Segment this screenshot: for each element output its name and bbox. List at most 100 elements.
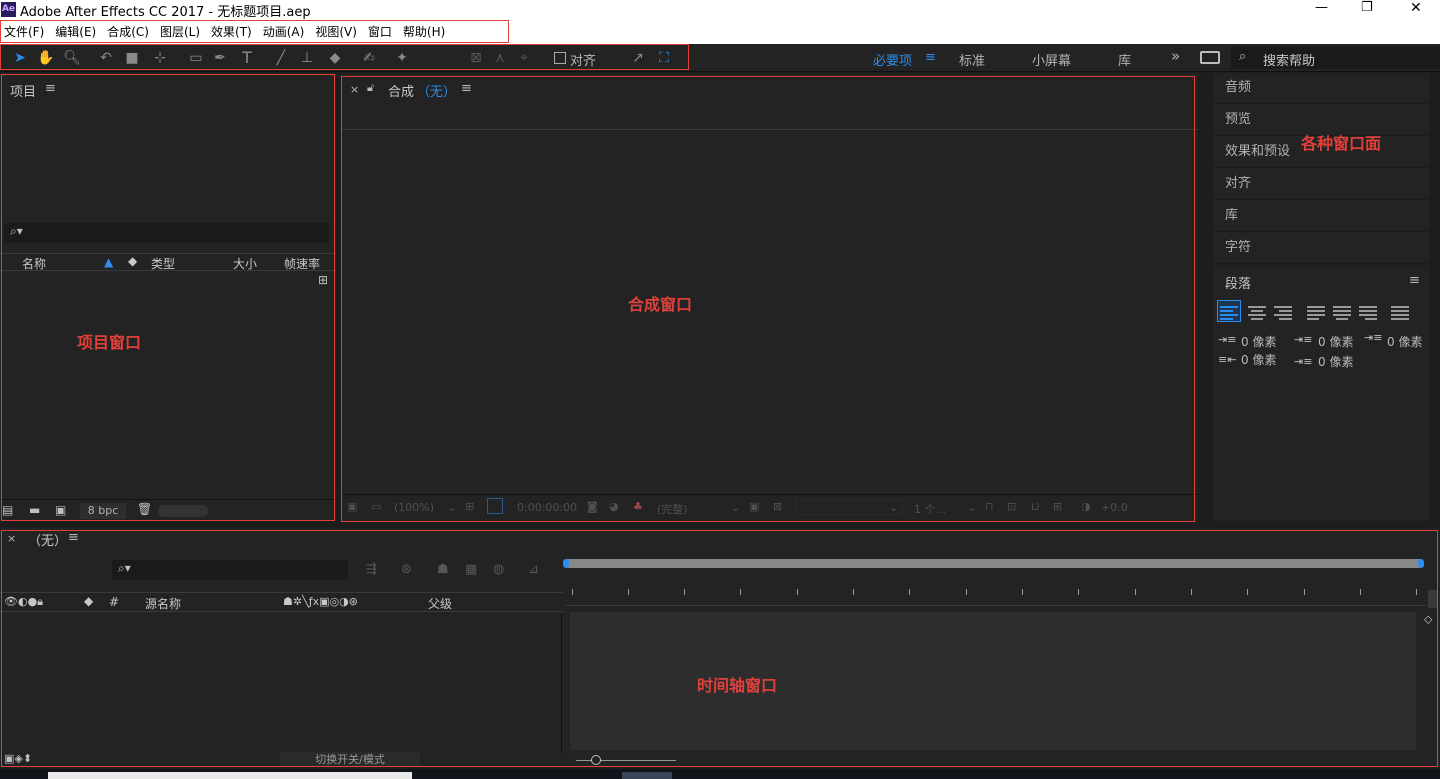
- work-area-end-handle[interactable]: [1418, 559, 1424, 568]
- fast-previews-icon[interactable]: ⊡: [1007, 500, 1016, 513]
- layer-switches-toggle-icon[interactable]: ▣◈⬍: [4, 752, 32, 765]
- menu-edit[interactable]: 编辑(E): [51, 20, 103, 44]
- search-help-field[interactable]: ⌕ 搜索帮助: [1231, 47, 1440, 69]
- paragraph-menu-icon[interactable]: ≡: [1409, 273, 1420, 288]
- space-after-value[interactable]: 0 像素: [1318, 353, 1353, 370]
- exposure-value[interactable]: +0.0: [1101, 501, 1128, 514]
- taskbar-window-preview[interactable]: [48, 772, 412, 779]
- snap-edges-icon[interactable]: ↗: [628, 48, 648, 68]
- sort-ascending-icon[interactable]: ▲: [104, 255, 113, 269]
- motion-blur-icon[interactable]: ◍: [493, 562, 504, 577]
- col-framerate[interactable]: 帧速率: [284, 255, 320, 272]
- flowchart-toggle-icon[interactable]: ⊞: [1053, 500, 1062, 513]
- switches-icons[interactable]: ☗✲╲ƒx▣◎◑⊛: [283, 595, 358, 608]
- align-right-icon[interactable]: [1274, 306, 1292, 308]
- current-time-indicator-icon[interactable]: ⬦: [1424, 612, 1432, 627]
- time-ruler[interactable]: [566, 576, 1426, 606]
- justify-all-icon[interactable]: [1391, 306, 1409, 308]
- menu-effect[interactable]: 效果(T): [207, 20, 259, 44]
- draft-3d-icon[interactable]: ⊛: [401, 562, 412, 577]
- panel-character[interactable]: 字符: [1213, 234, 1429, 264]
- snap-features-icon[interactable]: ⛶: [654, 48, 674, 68]
- comp-mini-flowchart-icon[interactable]: ⇶: [366, 562, 377, 577]
- align-center-icon[interactable]: [1248, 306, 1266, 308]
- view-layout-dropdown-icon[interactable]: ⌄: [967, 501, 976, 514]
- color-channel-icon[interactable]: ♣: [633, 500, 643, 513]
- work-area-bar[interactable]: [566, 559, 1422, 568]
- panel-align[interactable]: 对齐: [1213, 170, 1429, 200]
- menu-composition[interactable]: 合成(C): [103, 20, 156, 44]
- indent-right-value[interactable]: 0 像素: [1241, 351, 1276, 368]
- workspace-standard[interactable]: 标准: [959, 50, 985, 69]
- primary-viewer-icon[interactable]: ▭: [371, 500, 381, 513]
- interpret-footage-icon[interactable]: ▤: [2, 503, 13, 517]
- source-name-col[interactable]: 源名称: [145, 595, 181, 612]
- timeline-toggle-icon[interactable]: ⊔: [1031, 500, 1040, 513]
- comp-title[interactable]: 合成: [388, 81, 414, 100]
- snap-checkbox[interactable]: [554, 52, 566, 64]
- view-layout-select[interactable]: 1 个...: [914, 501, 946, 517]
- region-of-interest-icon[interactable]: ▣: [749, 500, 759, 513]
- menu-animation[interactable]: 动画(A): [259, 20, 312, 44]
- col-type[interactable]: 类型: [151, 255, 175, 272]
- brush-tool-icon[interactable]: ╱: [271, 48, 291, 68]
- col-name[interactable]: 名称: [22, 255, 46, 272]
- layer-list[interactable]: [0, 613, 562, 753]
- eraser-tool-icon[interactable]: ◆: [325, 48, 345, 68]
- label-tag-icon[interactable]: ◆: [128, 254, 137, 268]
- transparency-grid-icon[interactable]: [487, 498, 503, 514]
- show-snapshot-icon[interactable]: ◕: [609, 500, 619, 513]
- timeline-title[interactable]: （无）: [28, 530, 67, 549]
- resolution-select[interactable]: (完整): [657, 501, 688, 517]
- comp-close-icon[interactable]: ×: [350, 83, 359, 96]
- workspace-essentials[interactable]: 必要项: [873, 50, 912, 69]
- puppet-pin-tool-icon[interactable]: ✦: [392, 48, 412, 68]
- col-size[interactable]: 大小: [233, 255, 257, 272]
- close-icon[interactable]: ✕: [1410, 0, 1422, 16]
- project-menu-icon[interactable]: ≡: [45, 81, 56, 96]
- camera-view-select[interactable]: [795, 499, 903, 515]
- workspace-small-screen[interactable]: 小屏幕: [1032, 50, 1071, 69]
- camera-tool-icon[interactable]: ■: [122, 48, 142, 68]
- workspace-libraries[interactable]: 库: [1118, 50, 1131, 69]
- parent-col[interactable]: 父级: [428, 595, 452, 612]
- av-features-icons[interactable]: 👁︎◐●🔒︎: [4, 595, 43, 609]
- paragraph-title[interactable]: 段落: [1225, 273, 1251, 292]
- justify-last-right-icon[interactable]: [1359, 306, 1377, 308]
- minimize-icon[interactable]: —: [1315, 0, 1328, 15]
- project-search-input[interactable]: ⌕▾: [4, 223, 329, 243]
- panel-libraries[interactable]: 库: [1213, 202, 1429, 232]
- zoom-tool-icon[interactable]: 🔍︎: [62, 48, 82, 68]
- pan-behind-tool-icon[interactable]: ⊹: [150, 48, 170, 68]
- timeline-menu-icon[interactable]: ≡: [68, 530, 79, 545]
- world-axis-icon[interactable]: ⋏: [490, 48, 510, 68]
- timeline-close-icon[interactable]: ×: [7, 532, 16, 545]
- justify-last-left-icon[interactable]: [1307, 306, 1325, 308]
- label-icon[interactable]: ◆: [84, 594, 93, 608]
- hand-tool-icon[interactable]: ✋: [36, 48, 56, 68]
- reset-exposure-icon[interactable]: ◑: [1081, 500, 1091, 513]
- zoom-select[interactable]: (100%): [394, 501, 434, 514]
- first-line-indent-value[interactable]: 0 像素: [1387, 333, 1422, 350]
- menu-window[interactable]: 窗口: [364, 20, 399, 44]
- rotate-tool-icon[interactable]: ↶: [96, 48, 116, 68]
- bpc-button[interactable]: 8 bpc: [80, 503, 126, 519]
- indent-left-value[interactable]: 0 像素: [1241, 333, 1276, 350]
- zoom-dropdown-icon[interactable]: ⌄: [447, 501, 456, 514]
- workspace-menu-icon[interactable]: ≡: [925, 50, 936, 65]
- trash-icon[interactable]: 🗑︎: [137, 502, 152, 516]
- roto-brush-tool-icon[interactable]: ✍: [359, 48, 379, 68]
- comp-menu-icon[interactable]: ≡: [461, 81, 472, 96]
- safe-margins-icon[interactable]: ⊞: [465, 500, 474, 513]
- project-title[interactable]: 项目: [10, 81, 36, 100]
- menu-view[interactable]: 视图(V): [311, 20, 364, 44]
- comp-name[interactable]: （无）: [417, 81, 456, 100]
- justify-last-center-icon[interactable]: [1333, 306, 1351, 308]
- resolution-dropdown-icon[interactable]: ⌄: [731, 501, 740, 514]
- pixel-aspect-icon[interactable]: ⊓: [985, 500, 994, 513]
- sync-settings-icon[interactable]: [1200, 51, 1220, 64]
- work-area-start-handle[interactable]: [563, 559, 569, 568]
- flowchart-icon[interactable]: ⊞: [318, 273, 328, 287]
- timeline-search-input[interactable]: ⌕▾: [112, 560, 348, 580]
- new-composition-icon[interactable]: ▣: [55, 503, 66, 517]
